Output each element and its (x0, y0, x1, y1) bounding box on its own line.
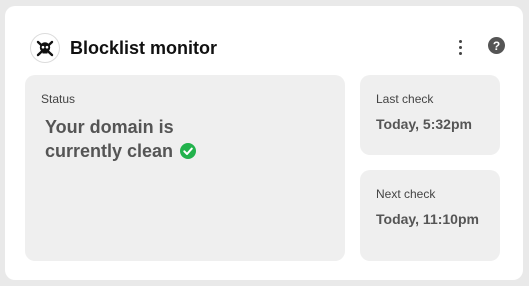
last-check-label: Last check (376, 92, 434, 106)
blocklist-monitor-card: Blocklist monitor ? Status Your domain i… (5, 6, 523, 280)
last-check-panel: Last check Today, 5:32pm (360, 75, 500, 155)
status-value-wrap: Your domain is currently clean (45, 115, 225, 165)
widget-title: Blocklist monitor (70, 38, 218, 58)
check-circle-icon (180, 141, 197, 165)
skull-crossbones-icon (30, 33, 60, 63)
next-check-value: Today, 11:10pm (376, 211, 479, 227)
status-panel: Status Your domain is currently clean (25, 75, 345, 261)
card-header: Blocklist monitor ? (30, 33, 510, 63)
help-circle-icon[interactable]: ? (488, 37, 505, 54)
status-label: Status (41, 92, 76, 106)
status-value: Your domain is currently clean (45, 117, 174, 161)
more-vertical-icon[interactable] (451, 37, 469, 57)
next-check-panel: Next check Today, 11:10pm (360, 170, 500, 261)
last-check-value: Today, 5:32pm (376, 116, 472, 132)
next-check-label: Next check (376, 187, 436, 201)
